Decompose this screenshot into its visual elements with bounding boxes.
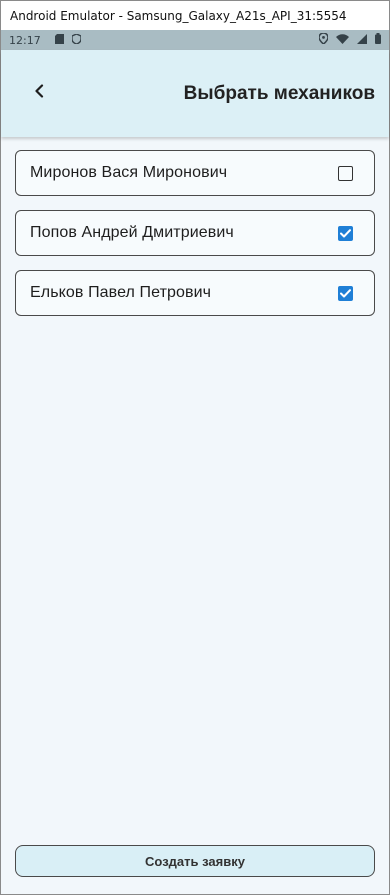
page-title: Выбрать механиков <box>183 82 375 104</box>
back-button[interactable] <box>29 84 49 104</box>
app-bar: Выбрать механиков <box>1 50 389 137</box>
mechanics-list: Миронов Вася Миронович Попов Андрей Дмит… <box>1 137 389 316</box>
mechanic-item[interactable]: Ельков Павел Петрович <box>15 270 375 316</box>
chevron-left-icon <box>34 84 44 103</box>
status-time: 12:17 <box>9 33 41 47</box>
sd-card-icon <box>54 33 64 47</box>
battery-icon <box>375 33 381 47</box>
mechanic-checkbox[interactable] <box>338 165 353 181</box>
mechanic-checkbox[interactable] <box>338 225 353 241</box>
checkmark-icon <box>340 288 351 297</box>
location-icon <box>318 32 329 47</box>
mechanic-name: Попов Андрей Дмитриевич <box>30 224 234 241</box>
checkmark-icon <box>340 228 351 237</box>
signal-icon <box>357 33 367 47</box>
wifi-icon <box>336 33 349 47</box>
mechanic-checkbox[interactable] <box>338 285 353 301</box>
mechanic-name: Ельков Павел Петрович <box>30 284 212 301</box>
shield-icon <box>71 32 82 47</box>
create-request-button[interactable]: Создать заявку <box>15 845 375 877</box>
android-status-bar: 12:17 <box>1 30 389 50</box>
window-titlebar: Android Emulator - Samsung_Galaxy_A21s_A… <box>1 0 389 30</box>
mechanic-item[interactable]: Попов Андрей Дмитриевич <box>15 210 375 256</box>
window-title: Android Emulator - Samsung_Galaxy_A21s_A… <box>10 8 347 23</box>
mechanic-item[interactable]: Миронов Вася Миронович <box>15 150 375 196</box>
mechanic-name: Миронов Вася Миронович <box>30 164 228 181</box>
emulator-window: Android Emulator - Samsung_Galaxy_A21s_A… <box>0 0 390 895</box>
